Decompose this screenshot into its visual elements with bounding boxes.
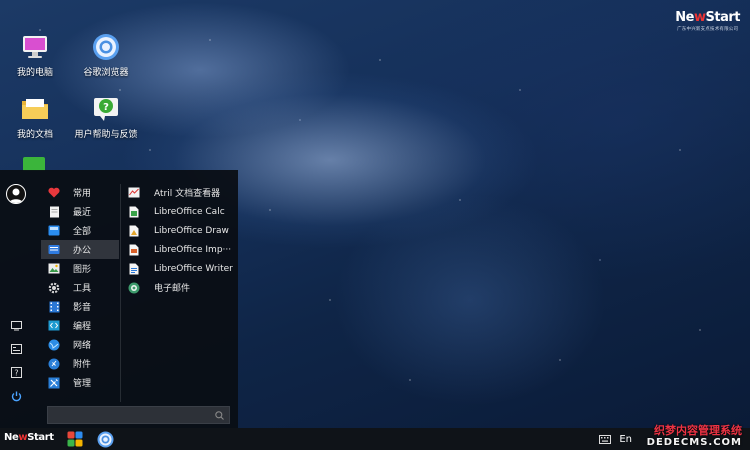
category-label: 编程 [73,322,92,332]
desktop-icon-label: 我的电脑 [16,68,53,78]
keyboard-icon[interactable] [599,434,612,444]
watermark-line2: DEDECMS.COM [646,437,742,448]
brand-subtitle: 广东中兴新支点技术有限公司 [677,27,739,32]
start-menu: ? 常用 最近 全部 办公 图形 工具 影音 编程 网络 附件 管理 Atril… [0,170,238,428]
category-label: 图形 [73,265,92,275]
watermark: 织梦内容管理系统 DEDECMS.COM [646,423,742,448]
category-all[interactable]: 全部 [41,221,119,240]
start-logo-prefix: Ne [4,432,19,443]
impress-icon [128,244,140,256]
category-common[interactable]: 常用 [41,183,119,202]
taskbar-app-grid-icon[interactable] [66,430,84,448]
category-label: 网络 [73,341,92,351]
app-list: Atril 文档查看器 LibreOffice Calc LibreOffice… [126,183,234,297]
category-list: 常用 最近 全部 办公 图形 工具 影音 编程 网络 附件 管理 [41,183,119,392]
taskbar-chrome-icon[interactable] [96,430,114,448]
desktop-icon-help-feedback[interactable]: ? 用户帮助与反馈 [66,95,146,140]
brand-logo: NewStart 广东中兴新支点技术有限公司 [675,10,740,32]
help-icon[interactable]: ? [10,366,22,378]
brand-name-prefix: Ne [675,10,694,25]
app-label: LibreOffice Draw [154,225,229,236]
category-label: 最近 [73,208,92,218]
recent-document-icon [48,206,60,218]
category-label: 管理 [73,379,92,389]
search-icon[interactable] [215,411,224,420]
category-graphics[interactable]: 图形 [41,259,119,278]
category-accessories[interactable]: 附件 [41,354,119,373]
menu-divider [120,184,121,402]
category-label: 工具 [73,284,92,294]
tools-icon [48,377,60,389]
category-label: 常用 [73,189,92,199]
atril-icon [128,187,140,199]
folder-icon [20,95,50,123]
app-label: Atril 文档查看器 [154,189,221,199]
category-recent[interactable]: 最近 [41,202,119,221]
app-libreoffice-draw[interactable]: LibreOffice Draw [126,221,234,240]
desktop-icon-my-computer[interactable]: 我的电脑 [0,33,75,78]
email-icon [128,282,140,294]
calc-icon [128,206,140,218]
category-label: 附件 [73,360,92,370]
category-tools[interactable]: 工具 [41,278,119,297]
category-office[interactable]: 办公 [41,240,119,259]
attachment-icon [48,358,60,370]
category-media[interactable]: 影音 [41,297,119,316]
app-libreoffice-calc[interactable]: LibreOffice Calc [126,202,234,221]
heart-icon [48,187,60,199]
category-programming[interactable]: 编程 [41,316,119,335]
app-libreoffice-writer[interactable]: LibreOffice Writer [126,259,234,278]
chrome-icon [91,33,121,61]
brand-name: NewStart [675,10,740,25]
search-input[interactable] [48,407,229,423]
start-button[interactable]: NewStart [4,432,54,443]
category-label: 全部 [73,227,92,237]
power-icon[interactable] [10,390,22,402]
control-panel-icon[interactable] [10,343,22,355]
app-label: 电子邮件 [154,284,191,294]
computer-icon [20,33,50,61]
language-indicator[interactable]: En [619,434,632,445]
code-icon [48,320,60,332]
menu-search-box [47,406,230,424]
app-label: LibreOffice Calc [154,206,225,217]
office-icon [48,244,60,256]
desktop-icon-label: 谷歌浏览器 [83,68,129,78]
recycle-bin-icon[interactable] [23,157,45,171]
brand-name-w: w [694,10,706,25]
app-email[interactable]: 电子邮件 [126,278,234,297]
svg-text:?: ? [14,368,18,377]
app-label: LibreOffice Imp··· [154,244,232,255]
draw-icon [128,225,140,237]
svg-text:?: ? [103,102,109,113]
image-icon [48,263,60,275]
start-logo-w: w [18,432,28,443]
help-feedback-icon: ? [91,95,121,123]
desktop-icon-label: 用户帮助与反馈 [74,130,138,140]
taskbar: NewStart En [0,428,750,450]
category-label: 影音 [73,303,92,313]
app-atril[interactable]: Atril 文档查看器 [126,183,234,202]
desktop-icon-label: 我的文档 [16,130,53,140]
watermark-line1: 织梦内容管理系统 [654,423,742,437]
desktop-icon-chrome[interactable]: 谷歌浏览器 [66,33,146,78]
all-apps-icon [48,225,60,237]
computer-settings-icon[interactable] [10,320,22,332]
category-label: 办公 [73,246,92,256]
app-label: LibreOffice Writer [154,263,233,274]
start-logo-suffix: Start [27,432,54,443]
globe-icon [48,339,60,351]
start-menu-sidebar: ? [0,170,32,428]
category-management[interactable]: 管理 [41,373,119,392]
writer-icon [128,263,140,275]
desktop-icon-my-documents[interactable]: 我的文档 [0,95,75,140]
gear-icon [48,282,60,294]
film-icon [48,301,60,313]
user-avatar-icon[interactable] [6,184,26,204]
app-libreoffice-impress[interactable]: LibreOffice Imp··· [126,240,234,259]
brand-name-suffix: Start [705,10,741,25]
category-network[interactable]: 网络 [41,335,119,354]
